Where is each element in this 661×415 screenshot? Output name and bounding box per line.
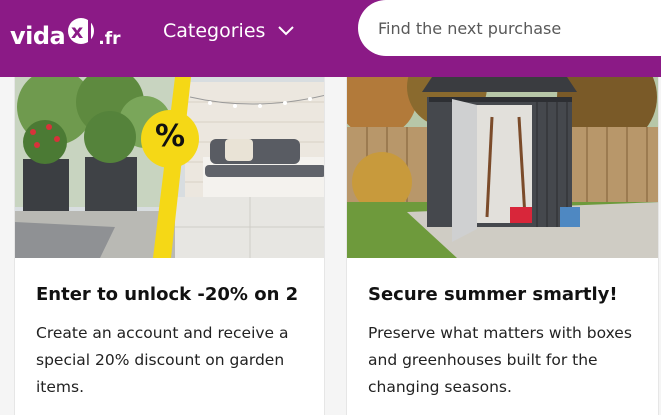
search-bar[interactable] (358, 0, 661, 56)
site-header: vida x .fr Categories (0, 0, 661, 77)
card-title: Enter to unlock -20% on 2 (36, 284, 299, 305)
card-title: Secure summer smartly! (368, 284, 618, 305)
categories-label: Categories (163, 20, 266, 42)
card-description: Preserve what matters with boxes and gre… (368, 324, 632, 396)
vidaxl-logo[interactable]: vida x .fr (10, 14, 121, 50)
card-description: Create an account and receive a special … (36, 324, 289, 396)
logo-tld: .fr (98, 29, 121, 49)
garden-shed-image (347, 77, 658, 258)
logo-xl-mark: x (66, 14, 100, 44)
svg-text:x: x (71, 21, 83, 43)
search-input[interactable] (378, 18, 648, 38)
garden-furniture-image: % (15, 77, 324, 258)
logo-word: vida (10, 22, 66, 50)
promo-card-summer[interactable]: Secure summer smartly! Preserve what mat… (346, 77, 659, 415)
chevron-down-icon (278, 26, 295, 36)
discount-badge: % (154, 119, 186, 154)
promo-card-discount[interactable]: % Enter to unlock -20% on 2 Create an ac… (14, 77, 325, 415)
categories-menu-button[interactable]: Categories (163, 18, 295, 44)
